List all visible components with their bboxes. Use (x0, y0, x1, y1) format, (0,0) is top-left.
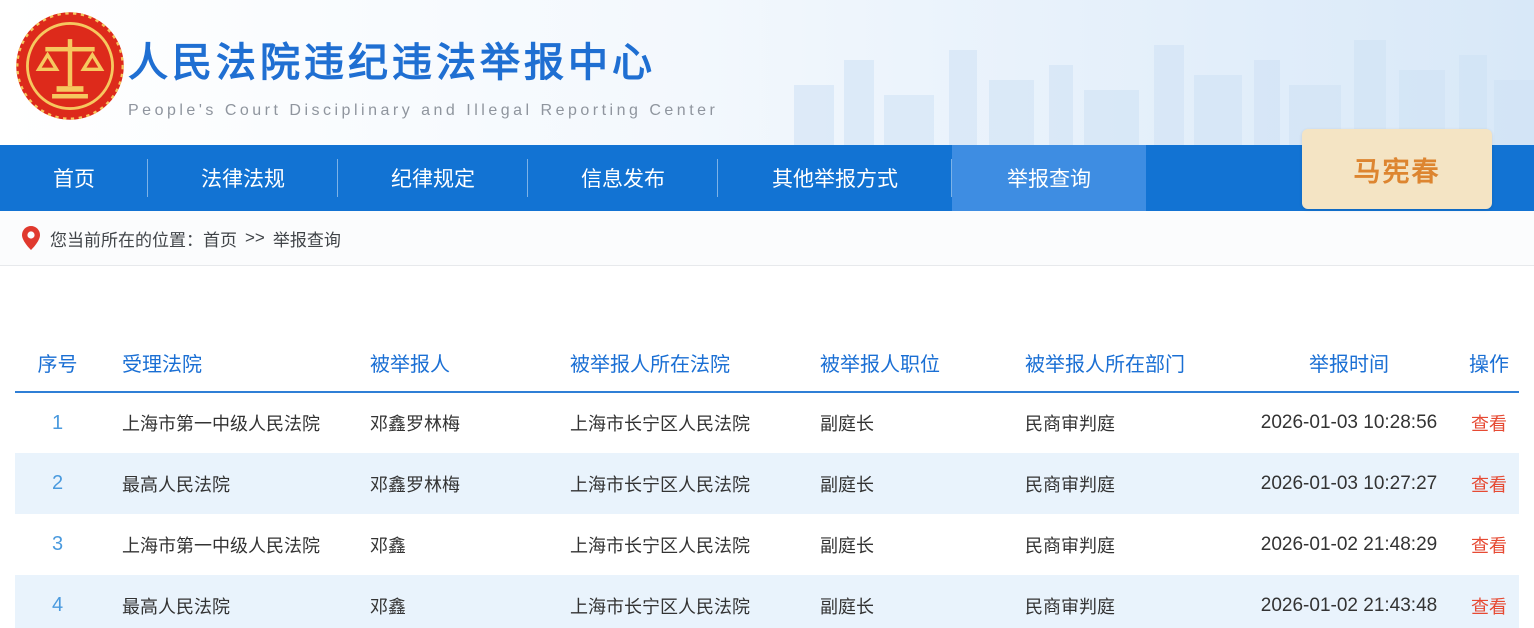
cell-report-time: 2026-01-03 10:27:27 (1239, 453, 1459, 514)
header-person-department: 被举报人所在部门 (1003, 334, 1239, 392)
main-nav: 首页 法律法规 纪律规定 信息发布 其他举报方式 举报查询 马宪春 (0, 145, 1534, 211)
nav-item-report-query[interactable]: 举报查询 (952, 145, 1146, 211)
cell-person-court: 上海市长宁区人民法院 (548, 514, 798, 575)
site-header: 人民法院违纪违法举报中心 People's Court Disciplinary… (0, 0, 1534, 145)
cell-person-department: 民商审判庭 (1003, 453, 1239, 514)
cell-person-court: 上海市长宁区人民法院 (548, 392, 798, 453)
table-row: 1 上海市第一中级人民法院 邓鑫罗林梅 上海市长宁区人民法院 副庭长 民商审判庭… (15, 392, 1519, 453)
header-person-court: 被举报人所在法院 (548, 334, 798, 392)
breadcrumb-home-link[interactable]: 首页 (203, 226, 237, 251)
cell-accepting-court: 上海市第一中级人民法院 (100, 392, 348, 453)
nav-item-other-report-methods[interactable]: 其他举报方式 (718, 145, 952, 211)
cell-report-time: 2026-01-02 21:48:29 (1239, 514, 1459, 575)
cell-accepting-court: 上海市第一中级人民法院 (100, 514, 348, 575)
nav-item-info[interactable]: 信息发布 (528, 145, 718, 211)
view-link[interactable]: 查看 (1471, 475, 1507, 495)
header-serial-no: 序号 (15, 334, 100, 392)
table-body: 1 上海市第一中级人民法院 邓鑫罗林梅 上海市长宁区人民法院 副庭长 民商审判庭… (15, 392, 1519, 628)
row-number: 1 (15, 392, 100, 453)
breadcrumb: 您当前所在的位置： 首页 >> 举报查询 (0, 211, 1534, 266)
view-link[interactable]: 查看 (1471, 536, 1507, 556)
cell-report-time: 2026-01-02 21:43:48 (1239, 575, 1459, 628)
cell-reported-person: 邓鑫罗林梅 (348, 453, 548, 514)
nav-item-home[interactable]: 首页 (0, 145, 148, 211)
breadcrumb-current: 举报查询 (273, 226, 341, 251)
breadcrumb-separator: >> (245, 228, 265, 248)
cell-person-position: 副庭长 (798, 453, 1003, 514)
header-person-position: 被举报人职位 (798, 334, 1003, 392)
view-link[interactable]: 查看 (1471, 414, 1507, 434)
site-subtitle: People's Court Disciplinary and Illegal … (128, 102, 718, 120)
report-query-results: 序号 受理法院 被举报人 被举报人所在法院 被举报人职位 被举报人所在部门 举报… (15, 334, 1519, 628)
header-report-time: 举报时间 (1239, 334, 1459, 392)
cell-reported-person: 邓鑫罗林梅 (348, 392, 548, 453)
table-row: 2 最高人民法院 邓鑫罗林梅 上海市长宁区人民法院 副庭长 民商审判庭 2026… (15, 453, 1519, 514)
table-row: 3 上海市第一中级人民法院 邓鑫 上海市长宁区人民法院 副庭长 民商审判庭 20… (15, 514, 1519, 575)
cell-person-position: 副庭长 (798, 514, 1003, 575)
report-table: 序号 受理法院 被举报人 被举报人所在法院 被举报人职位 被举报人所在部门 举报… (15, 334, 1519, 628)
cell-person-court: 上海市长宁区人民法院 (548, 575, 798, 628)
city-skyline-decoration (774, 25, 1534, 145)
user-name-badge[interactable]: 马宪春 (1302, 129, 1492, 209)
cell-person-department: 民商审判庭 (1003, 392, 1239, 453)
header-reported-person: 被举报人 (348, 334, 548, 392)
cell-reported-person: 邓鑫 (348, 514, 548, 575)
breadcrumb-prefix: 您当前所在的位置： (50, 226, 203, 251)
cell-accepting-court: 最高人民法院 (100, 453, 348, 514)
cell-person-position: 副庭长 (798, 392, 1003, 453)
nav-item-discipline[interactable]: 纪律规定 (338, 145, 528, 211)
cell-person-department: 民商审判庭 (1003, 575, 1239, 628)
court-emblem-logo (14, 10, 126, 122)
site-title: 人民法院违纪违法举报中心 (128, 30, 718, 88)
cell-reported-person: 邓鑫 (348, 575, 548, 628)
header-accepting-court: 受理法院 (100, 334, 348, 392)
table-row: 4 最高人民法院 邓鑫 上海市长宁区人民法院 副庭长 民商审判庭 2026-01… (15, 575, 1519, 628)
header-actions: 操作 (1459, 334, 1519, 392)
row-number: 3 (15, 514, 100, 575)
nav-item-laws[interactable]: 法律法规 (148, 145, 338, 211)
cell-person-position: 副庭长 (798, 575, 1003, 628)
location-pin-icon (22, 226, 40, 250)
cell-accepting-court: 最高人民法院 (100, 575, 348, 628)
cell-report-time: 2026-01-03 10:28:56 (1239, 392, 1459, 453)
cell-person-department: 民商审判庭 (1003, 514, 1239, 575)
view-link[interactable]: 查看 (1471, 597, 1507, 617)
cell-person-court: 上海市长宁区人民法院 (548, 453, 798, 514)
row-number: 4 (15, 575, 100, 628)
table-header-row: 序号 受理法院 被举报人 被举报人所在法院 被举报人职位 被举报人所在部门 举报… (15, 334, 1519, 392)
row-number: 2 (15, 453, 100, 514)
